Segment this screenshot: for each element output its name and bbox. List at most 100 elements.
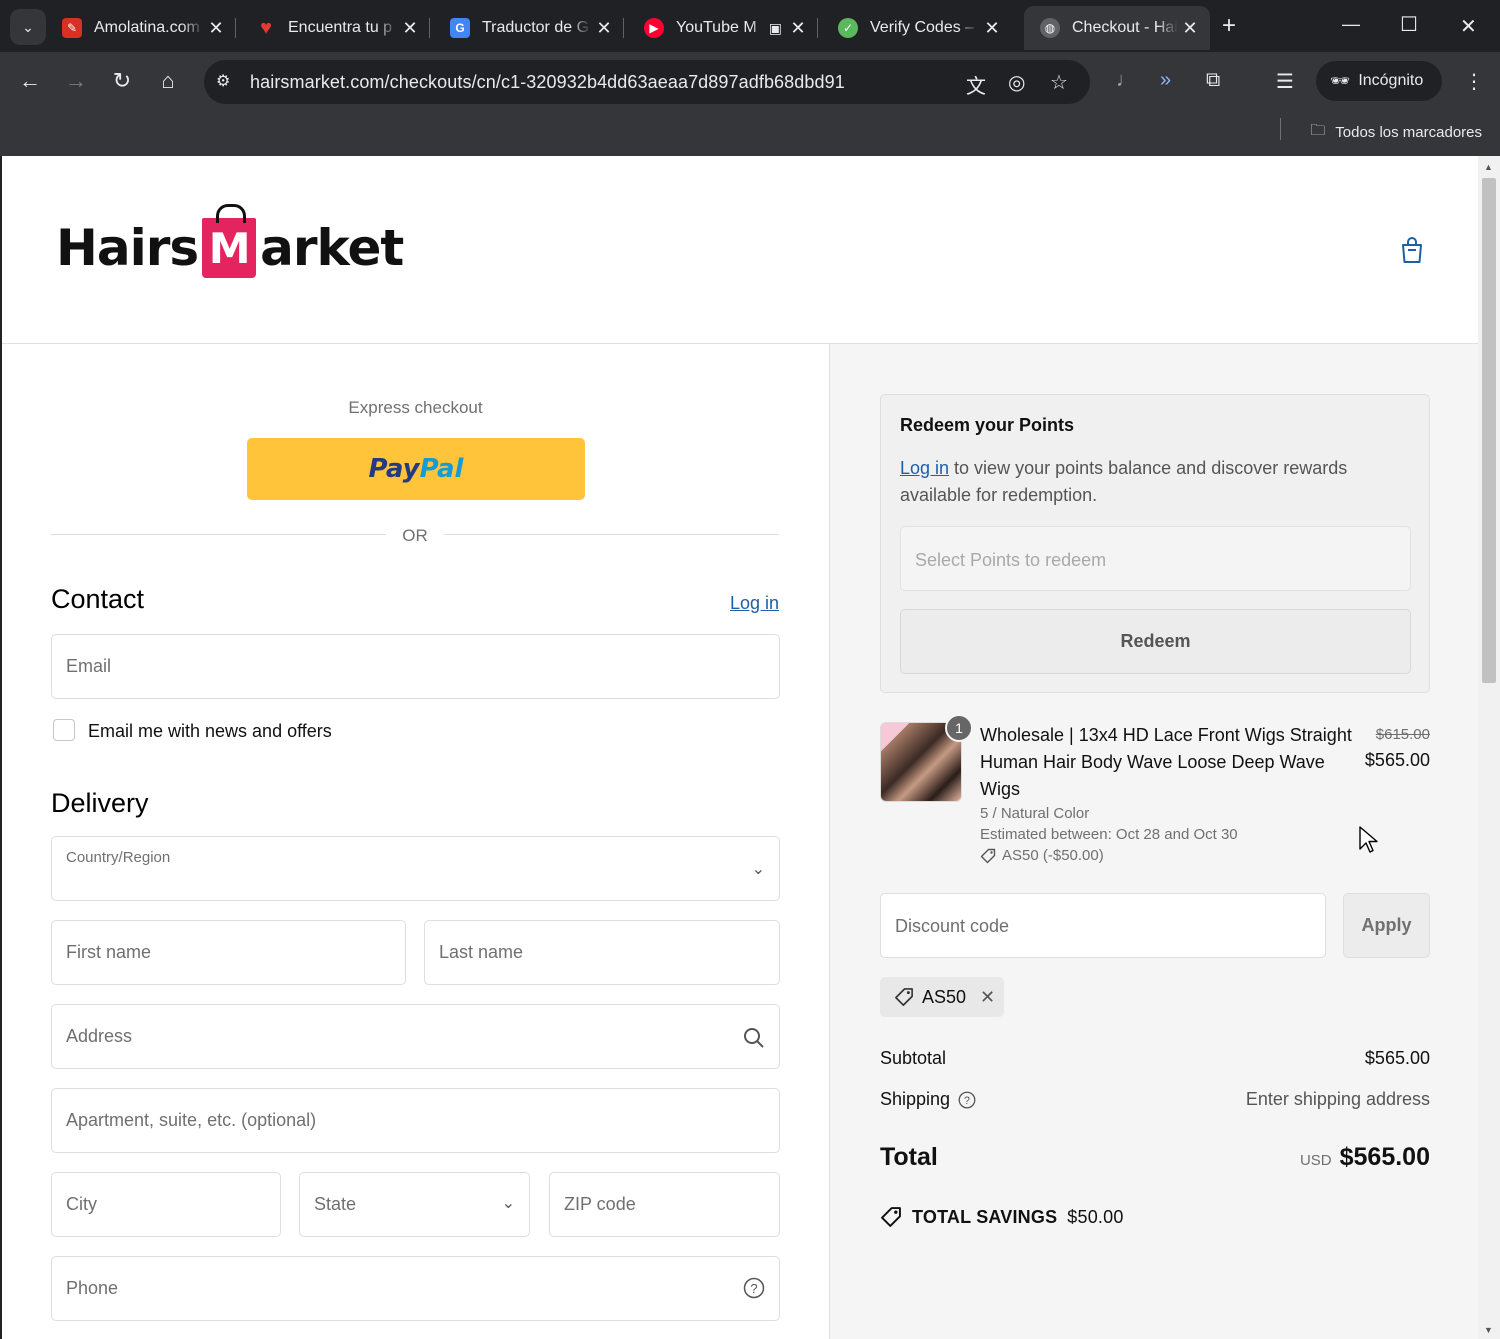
tab-traductor[interactable]: G Traductor de G ✕ [434, 6, 624, 50]
forward-icon[interactable]: → [62, 68, 90, 94]
url-text[interactable]: hairsmarket.com/checkouts/cn/c1-320932b4… [250, 72, 845, 93]
apply-button[interactable]: Apply [1343, 893, 1430, 958]
newsletter-label: Email me with news and offers [88, 721, 332, 741]
zip-field[interactable]: ZIP code [549, 1172, 780, 1237]
first-name-field[interactable]: First name [51, 920, 406, 985]
scroll-up-arrow-icon[interactable]: ▲ [1484, 162, 1493, 172]
close-tab-icon[interactable]: ✕ [980, 18, 1004, 39]
points-select[interactable]: Select Points to redeem [900, 526, 1411, 591]
redeem-button[interactable]: Redeem [900, 609, 1411, 674]
store-logo[interactable]: Hairs M arket [56, 204, 404, 278]
state-select[interactable]: State ⌄ [299, 1172, 530, 1237]
minimize-icon[interactable]: — [1342, 14, 1360, 35]
discount-code-field[interactable]: Discount code [880, 893, 1326, 958]
bookmark-star-icon[interactable]: ☆ [1050, 70, 1068, 95]
help-circle-icon[interactable]: ? [958, 1091, 976, 1109]
tab-title: YouTube M [676, 19, 757, 36]
apartment-field[interactable]: Apartment, suite, etc. (optional) [51, 1088, 780, 1153]
shopping-bag-logo-icon: M [202, 204, 257, 278]
product-variant: 5 / Natural Color [980, 805, 1090, 822]
back-icon[interactable]: ← [16, 68, 44, 94]
extensions-icon[interactable]: ⧉ [1206, 69, 1220, 92]
tab-checkout[interactable]: ◍ Checkout - Hai ✕ [1024, 6, 1210, 50]
email-placeholder: Email [66, 656, 112, 676]
tracking-protection-icon[interactable]: ◎ [1008, 70, 1025, 95]
incognito-indicator[interactable]: 🕶 Incógnito [1316, 61, 1442, 101]
checkout-form: Express checkout Pay Pal OR Contact Log i… [2, 344, 829, 1339]
scrollbar-thumb[interactable] [1482, 178, 1496, 683]
menu-kebab-icon[interactable]: ⋮ [1464, 69, 1484, 94]
city-placeholder: City [66, 1194, 97, 1214]
login-link[interactable]: Log in [730, 593, 779, 614]
close-tab-icon[interactable]: ✕ [398, 18, 422, 39]
reload-icon[interactable]: ↻ [108, 68, 136, 94]
city-field[interactable]: City [51, 1172, 281, 1237]
points-select-placeholder: Select Points to redeem [915, 550, 1107, 570]
store-header: Hairs M arket [2, 156, 1478, 344]
tab-amolatina[interactable]: ✎ Amolatina.com ✕ [46, 6, 236, 50]
order-summary: Redeem your Points Log in to view your p… [829, 344, 1478, 1339]
new-tab-icon[interactable]: + [1222, 14, 1236, 38]
tab-encuentra[interactable]: ♥ Encuentra tu p ✕ [240, 6, 430, 50]
newsletter-checkbox[interactable] [53, 719, 75, 741]
delivery-heading: Delivery [51, 788, 149, 818]
cast-icon: ▣ [768, 19, 782, 36]
phone-field[interactable]: Phone ? [51, 1256, 780, 1321]
paypal-button[interactable]: Pay Pal [247, 438, 585, 500]
divider [444, 534, 779, 535]
tag-icon [980, 848, 996, 863]
logo-text-right: arket [260, 219, 404, 277]
close-tab-icon[interactable]: ✕ [204, 18, 228, 39]
email-field[interactable]: Email [51, 634, 780, 699]
microphone-icon[interactable]: ♩ [1116, 69, 1136, 92]
subtotal-label: Subtotal [880, 1048, 947, 1068]
paypal-logo-part1: Pay [368, 454, 420, 484]
close-tab-icon[interactable]: ✕ [1178, 18, 1202, 39]
contact-heading: Contact [51, 584, 145, 614]
page-scrollbar[interactable]: ▲ ▼ [1478, 156, 1500, 1339]
tab-title: Traductor de G [482, 19, 590, 36]
points-description: Log in to view your points balance and d… [900, 455, 1380, 509]
site-info-icon[interactable]: ⚙ [216, 71, 230, 91]
express-checkout-label: Express checkout [348, 398, 483, 417]
total-label: Total [880, 1143, 938, 1171]
close-tab-icon[interactable]: ✕ [786, 18, 810, 39]
read-aloud-icon[interactable]: » [1160, 69, 1171, 92]
tag-icon [895, 988, 913, 1006]
shipping-row: Shipping ? Enter shipping address [880, 1089, 1430, 1110]
address-bar[interactable]: ⚙ hairsmarket.com/checkouts/cn/c1-320932… [204, 60, 1090, 104]
points-login-link[interactable]: Log in [900, 458, 949, 478]
tab-title: Verify Codes – [870, 19, 975, 36]
checkout-page: Hairs M arket Express checkout Pay Pal OR… [2, 156, 1478, 1339]
savings-value: $50.00 [1067, 1206, 1124, 1227]
total-savings: TOTAL SAVINGS $50.00 [880, 1206, 1124, 1228]
savings-label: TOTAL SAVINGS [912, 1206, 1058, 1227]
remove-discount-icon[interactable]: ✕ [980, 987, 995, 1008]
incognito-icon: 🕶 [1330, 73, 1351, 90]
home-icon[interactable]: ⌂ [154, 68, 182, 94]
search-icon [744, 1028, 764, 1048]
apartment-placeholder: Apartment, suite, etc. (optional) [66, 1110, 317, 1130]
heart-favicon-icon: ♥ [260, 16, 272, 39]
translate-icon[interactable]: ⽂ [966, 70, 986, 99]
last-name-field[interactable]: Last name [424, 920, 780, 985]
close-window-icon[interactable]: ✕ [1460, 14, 1477, 39]
maximize-icon[interactable]: ☐ [1400, 12, 1418, 37]
help-circle-icon[interactable]: ? [743, 1277, 765, 1299]
close-tab-icon[interactable]: ✕ [592, 18, 616, 39]
globe-favicon-icon: ◍ [1040, 18, 1060, 38]
address-field[interactable]: Address [51, 1004, 780, 1069]
tab-verify-codes[interactable]: ✓ Verify Codes – ✕ [822, 6, 1012, 50]
scroll-down-arrow-icon[interactable]: ▼ [1484, 1325, 1493, 1335]
points-desc-text: to view your points balance and discover… [900, 458, 1348, 505]
quantity-badge: 1 [945, 714, 973, 742]
tab-youtube-music[interactable]: ▶ YouTube M ▣ ✕ [628, 6, 818, 50]
tab-search-chevron-icon[interactable]: ⌄ [10, 9, 46, 45]
shopping-bag-icon[interactable] [1400, 236, 1424, 264]
bookmarks-separator [1280, 118, 1281, 140]
all-bookmarks[interactable]: 🗀 Todos los marcadores [1310, 120, 1482, 145]
product-title: Wholesale | 13x4 HD Lace Front Wigs Stra… [980, 725, 1352, 799]
country-select[interactable]: Country/Region ⌄ [51, 836, 780, 901]
reading-list-icon[interactable]: ☰ [1276, 69, 1294, 94]
tab-title: Checkout - Hai [1072, 19, 1178, 36]
